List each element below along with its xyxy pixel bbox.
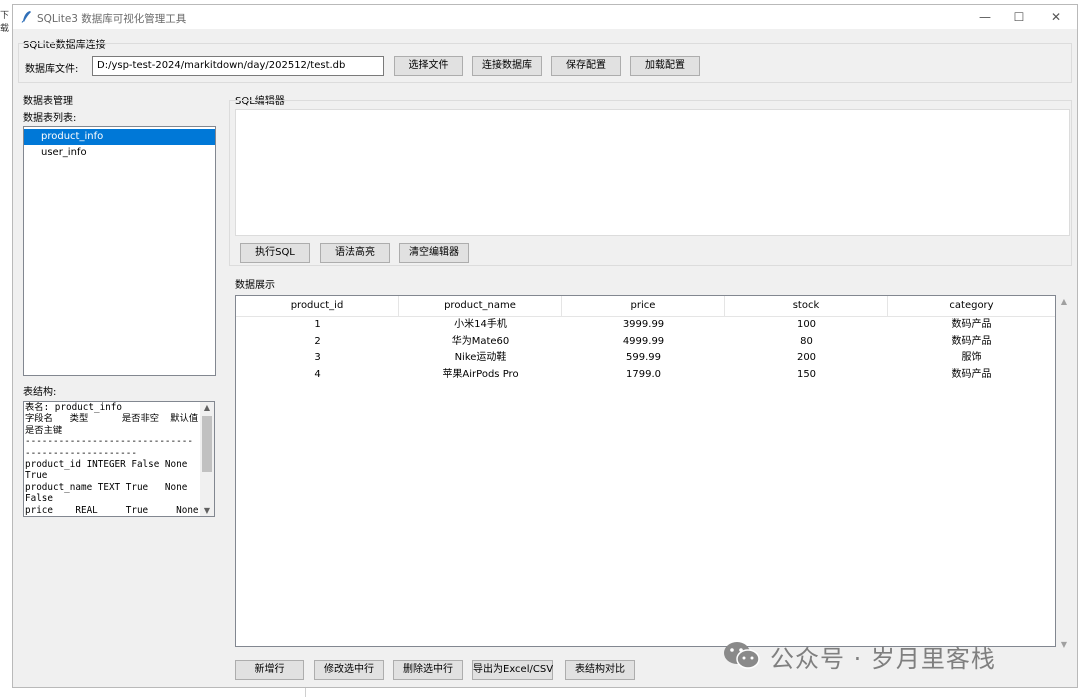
table-cell: 200 xyxy=(796,352,817,363)
scroll-up-icon[interactable]: ▲ xyxy=(1057,297,1071,306)
table-header: product_id product_name price stock cate… xyxy=(236,296,1055,317)
background-edge: 下载 xyxy=(0,0,12,697)
column-header[interactable]: product_name xyxy=(399,296,562,316)
scroll-up-icon[interactable]: ▲ xyxy=(200,403,214,412)
table-cell: 4 xyxy=(314,368,321,380)
data-view-label: 数据展示 xyxy=(235,280,275,291)
data-table[interactable]: product_id product_name price stock cate… xyxy=(235,295,1056,647)
table-row[interactable]: 4 苹果AirPods Pro 1799.0 150 数码产品 xyxy=(236,367,1055,384)
scroll-down-icon[interactable]: ▼ xyxy=(1057,640,1071,649)
table-listbox[interactable]: product_info user_info xyxy=(23,126,216,376)
column-header[interactable]: price xyxy=(562,296,725,316)
table-manager-label: 数据表管理 xyxy=(23,96,73,107)
table-cell: 华为Mate60 xyxy=(451,335,510,347)
table-cell: 数码产品 xyxy=(951,368,992,380)
background-divider xyxy=(305,688,306,697)
table-cell: 4999.99 xyxy=(622,335,665,347)
column-header[interactable]: product_id xyxy=(236,296,399,316)
app-window: SQLite3 数据库可视化管理工具 — ☐ ✕ SQLite数据库连接 数据库… xyxy=(12,4,1078,688)
table-cell: 3999.99 xyxy=(622,319,665,330)
structure-scroll-thumb[interactable] xyxy=(202,416,212,472)
table-cell: 苹果AirPods Pro xyxy=(442,368,519,380)
syntax-highlight-button[interactable]: 语法高亮 xyxy=(320,243,390,263)
structure-textbox[interactable]: 表名: product_info 字段名 类型 是否非空 默认值 是否主键 --… xyxy=(23,401,215,517)
table-row[interactable]: 3 Nike运动鞋 599.99 200 服饰 xyxy=(236,350,1055,367)
table-cell: 100 xyxy=(796,319,817,330)
table-cell: 150 xyxy=(796,368,817,380)
close-button[interactable]: ✕ xyxy=(1037,5,1075,29)
table-list-item-product-info[interactable]: product_info xyxy=(24,129,215,145)
structure-label: 表结构: xyxy=(23,387,57,398)
structure-text: 表名: product_info 字段名 类型 是否非空 默认值 是否主键 --… xyxy=(25,402,199,516)
table-cell: 80 xyxy=(800,335,813,347)
column-header[interactable]: stock xyxy=(725,296,888,316)
edit-row-button[interactable]: 修改选中行 xyxy=(314,660,384,680)
compare-structure-button[interactable]: 表结构对比 xyxy=(565,660,635,680)
background-bottom xyxy=(0,688,1080,697)
maximize-button[interactable]: ☐ xyxy=(1000,5,1038,29)
feather-icon xyxy=(21,11,31,23)
structure-scrollbar[interactable]: ▲ ▼ xyxy=(200,402,214,516)
wechat-icon xyxy=(724,642,760,669)
table-list-item-user-info[interactable]: user_info xyxy=(24,145,215,161)
choose-file-button[interactable]: 选择文件 xyxy=(394,56,463,76)
table-row[interactable]: 2 华为Mate60 4999.99 80 数码产品 xyxy=(236,334,1055,351)
watermark: 公众号 · 岁月里客栈 xyxy=(722,636,1052,673)
table-row[interactable]: 1 小米14手机 3999.99 100 数码产品 xyxy=(236,317,1055,334)
table-body: 1 小米14手机 3999.99 100 数码产品 2 华为Mate60 499… xyxy=(236,317,1055,383)
table-cell: 小米14手机 xyxy=(454,319,507,330)
clear-editor-button[interactable]: 清空编辑器 xyxy=(399,243,469,263)
scroll-down-icon[interactable]: ▼ xyxy=(200,506,214,515)
execute-sql-button[interactable]: 执行SQL xyxy=(240,243,310,263)
table-cell: 服饰 xyxy=(961,352,982,363)
table-cell: 2 xyxy=(314,335,321,347)
add-row-button[interactable]: 新增行 xyxy=(235,660,304,680)
table-cell: 数码产品 xyxy=(951,319,992,330)
table-cell: 数码产品 xyxy=(951,335,992,347)
table-cell: Nike运动鞋 xyxy=(454,352,507,363)
table-cell: 599.99 xyxy=(626,352,661,363)
table-cell: 3 xyxy=(314,352,321,363)
table-list-label: 数据表列表: xyxy=(23,113,77,124)
table-cell: 1 xyxy=(314,319,321,330)
db-file-label: 数据库文件: xyxy=(25,64,79,75)
load-config-button[interactable]: 加载配置 xyxy=(630,56,700,76)
db-file-input[interactable]: D:/ysp-test-2024/markitdown/day/202512/t… xyxy=(92,56,384,76)
save-config-button[interactable]: 保存配置 xyxy=(551,56,621,76)
export-button[interactable]: 导出为Excel/CSV xyxy=(472,660,553,680)
background-edge-text: 下载 xyxy=(0,11,10,34)
data-view-scrollbar[interactable]: ▲ ▼ xyxy=(1057,295,1071,651)
sql-editor-textarea[interactable] xyxy=(235,109,1070,236)
minimize-button[interactable]: — xyxy=(966,5,1004,29)
delete-row-button[interactable]: 删除选中行 xyxy=(393,660,463,680)
title-bar[interactable]: SQLite3 数据库可视化管理工具 — ☐ ✕ xyxy=(13,5,1077,29)
table-cell: 1799.0 xyxy=(626,368,661,380)
connect-db-button[interactable]: 连接数据库 xyxy=(472,56,542,76)
column-header[interactable]: category xyxy=(888,296,1055,316)
window-title: SQLite3 数据库可视化管理工具 xyxy=(37,13,187,25)
watermark-text: 公众号 · 岁月里客栈 xyxy=(770,645,996,673)
